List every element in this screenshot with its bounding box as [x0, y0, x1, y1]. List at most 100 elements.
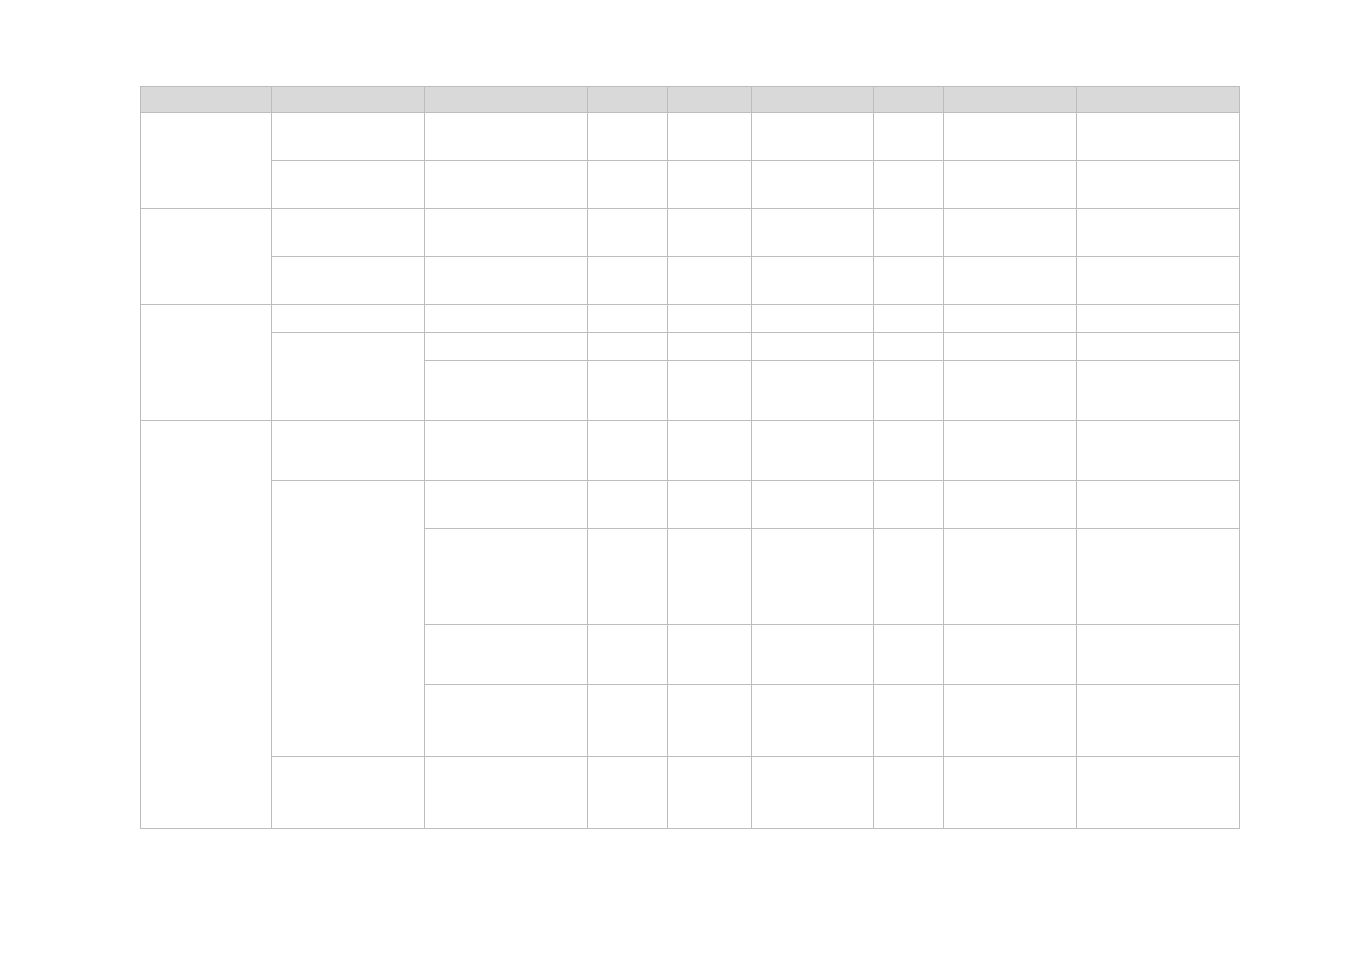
group-label	[141, 305, 272, 421]
cell	[1076, 361, 1239, 421]
table-row	[141, 333, 1240, 361]
th-8	[1076, 87, 1239, 113]
cell	[1076, 209, 1239, 257]
cell	[588, 257, 668, 305]
cell	[424, 305, 587, 333]
cell	[874, 685, 943, 757]
th-4	[668, 87, 752, 113]
cell	[943, 757, 1076, 829]
cell	[588, 481, 668, 529]
cell	[751, 113, 874, 161]
th-3	[588, 87, 668, 113]
table-row	[141, 305, 1240, 333]
th-0	[141, 87, 272, 113]
cell	[874, 481, 943, 529]
row-label	[271, 113, 424, 161]
cell	[751, 333, 874, 361]
cell	[874, 113, 943, 161]
cell	[668, 257, 752, 305]
cell	[874, 757, 943, 829]
row-label	[271, 757, 424, 829]
cell	[874, 161, 943, 209]
cell	[943, 361, 1076, 421]
cell	[668, 113, 752, 161]
cell	[588, 305, 668, 333]
cell	[874, 625, 943, 685]
row-label	[271, 481, 424, 757]
cell	[424, 481, 587, 529]
cell	[943, 625, 1076, 685]
cell	[751, 257, 874, 305]
table-row	[141, 421, 1240, 481]
cell	[668, 481, 752, 529]
cell	[751, 361, 874, 421]
cell	[668, 685, 752, 757]
cell	[943, 421, 1076, 481]
cell	[1076, 529, 1239, 625]
cell	[943, 333, 1076, 361]
cell	[424, 529, 587, 625]
cell	[668, 757, 752, 829]
data-table	[140, 86, 1240, 829]
cell	[751, 685, 874, 757]
cell	[943, 481, 1076, 529]
row-label	[271, 161, 424, 209]
cell	[668, 209, 752, 257]
cell	[943, 161, 1076, 209]
cell	[588, 113, 668, 161]
cell	[424, 161, 587, 209]
cell	[424, 685, 587, 757]
cell	[943, 113, 1076, 161]
table-row	[141, 209, 1240, 257]
cell	[668, 361, 752, 421]
cell	[751, 757, 874, 829]
cell	[424, 625, 587, 685]
cell	[1076, 481, 1239, 529]
cell	[588, 333, 668, 361]
row-label	[271, 305, 424, 333]
cell	[1076, 113, 1239, 161]
cell	[751, 209, 874, 257]
cell	[424, 757, 587, 829]
cell	[1076, 161, 1239, 209]
cell	[668, 305, 752, 333]
cell	[1076, 685, 1239, 757]
row-label	[271, 257, 424, 305]
cell	[424, 209, 587, 257]
table-header-row	[141, 87, 1240, 113]
cell	[874, 257, 943, 305]
cell	[943, 305, 1076, 333]
th-5	[751, 87, 874, 113]
row-label	[271, 209, 424, 257]
th-6	[874, 87, 943, 113]
table-row	[141, 757, 1240, 829]
row-label	[271, 421, 424, 481]
cell	[751, 481, 874, 529]
cell	[424, 333, 587, 361]
cell	[1076, 421, 1239, 481]
cell	[668, 161, 752, 209]
cell	[874, 333, 943, 361]
cell	[943, 257, 1076, 305]
group-label	[141, 421, 272, 829]
group-label	[141, 209, 272, 305]
cell	[874, 361, 943, 421]
cell	[424, 361, 587, 421]
cell	[588, 421, 668, 481]
th-1	[271, 87, 424, 113]
cell	[588, 625, 668, 685]
cell	[943, 529, 1076, 625]
group-label	[141, 113, 272, 209]
cell	[874, 421, 943, 481]
cell	[668, 333, 752, 361]
th-2	[424, 87, 587, 113]
cell	[943, 685, 1076, 757]
cell	[588, 361, 668, 421]
cell	[588, 529, 668, 625]
row-label	[271, 333, 424, 421]
cell	[668, 625, 752, 685]
cell	[668, 529, 752, 625]
cell	[588, 757, 668, 829]
cell	[1076, 305, 1239, 333]
cell	[668, 421, 752, 481]
